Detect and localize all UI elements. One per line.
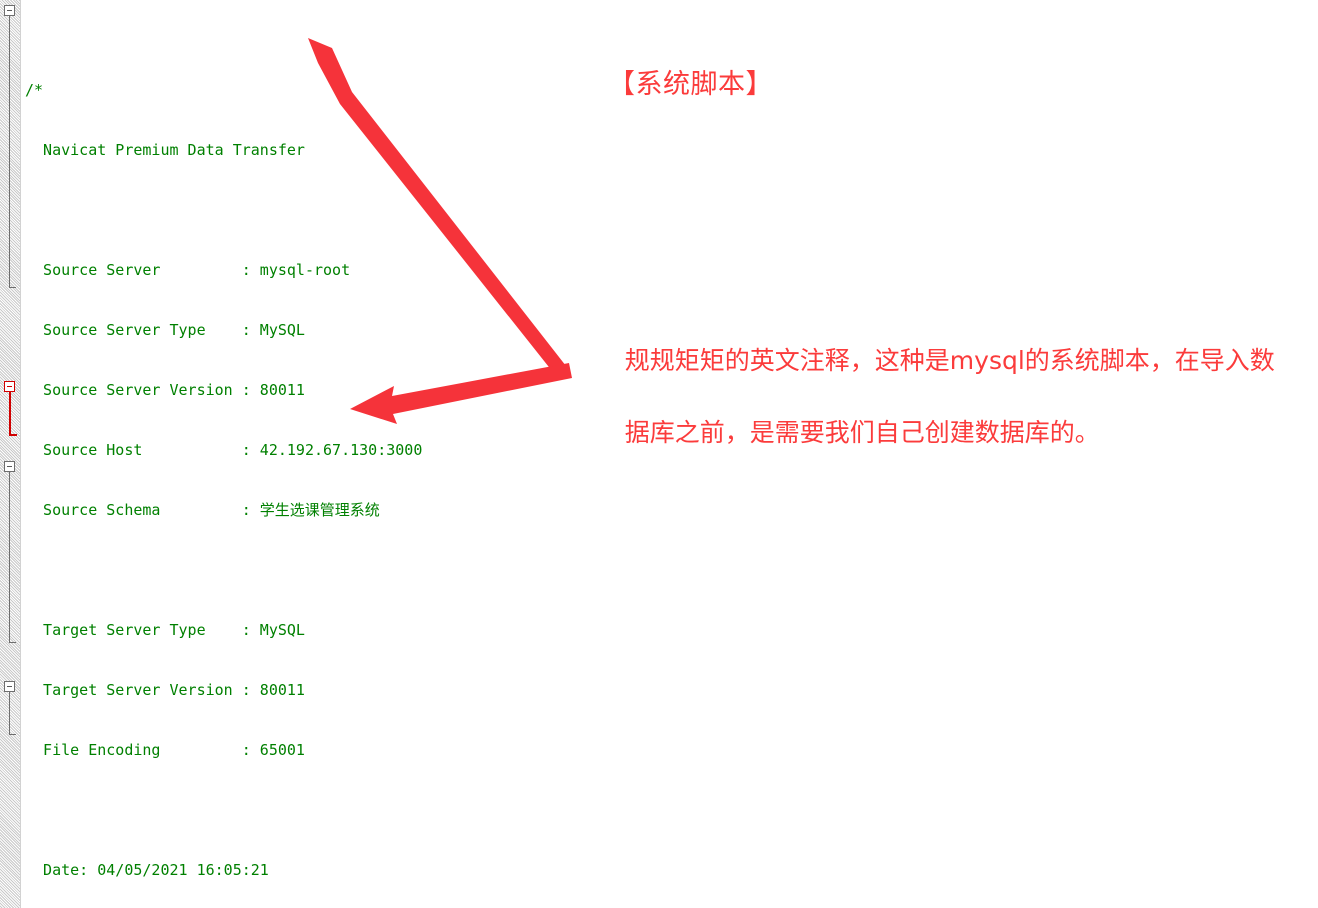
source-schema: Source Schema : 学生选课管理系统 (25, 501, 380, 519)
code-line-title: Navicat Premium Data Transfer (21, 140, 1318, 160)
code-line-target-server-type: Target Server Type : MySQL (21, 620, 1318, 640)
export-date: Date: 04/05/2021 16:05:21 (25, 861, 269, 879)
comment-title: Navicat Premium Data Transfer (25, 141, 305, 159)
comment-open: /* (25, 81, 44, 99)
code-line-blank1 (21, 200, 1318, 220)
sql-editor[interactable]: /* Navicat Premium Data Transfer Source … (0, 0, 1318, 908)
source-server-type: Source Server Type : MySQL (25, 321, 305, 339)
fold-line-create (9, 472, 10, 642)
annotation-system-script: 【系统脚本】 (608, 69, 773, 100)
editor-gutter[interactable] (0, 0, 21, 908)
code-line-source-schema: Source Schema : 学生选课管理系统 (21, 500, 1318, 520)
annotation-comment-note-line1: 规规矩矩的英文注释，这种是mysql的系统脚本，在导入数 (624, 346, 1275, 375)
code-line-source-server: Source Server : mysql-root (21, 260, 1318, 280)
fold-marker-create[interactable] (4, 461, 15, 472)
fold-marker-header[interactable] (4, 5, 15, 16)
target-server-type: Target Server Type : MySQL (25, 621, 305, 639)
source-server: Source Server : mysql-root (25, 261, 351, 279)
source-server-version: Source Server Version : 80011 (25, 381, 305, 399)
fold-line-records (9, 692, 10, 734)
code-line-file-encoding: File Encoding : 65001 (21, 740, 1318, 760)
fold-line-table-block (9, 392, 11, 434)
annotation-comment-note-line2: 据库之前，是需要我们自己创建数据库的。 (624, 418, 1100, 447)
fold-marker-records[interactable] (4, 681, 15, 692)
code-line-target-server-version: Target Server Version : 80011 (21, 680, 1318, 700)
fold-foot-table-block (9, 434, 17, 436)
fold-marker-table-block[interactable] (4, 381, 15, 392)
fold-line-header (9, 16, 10, 287)
code-line-blank2 (21, 560, 1318, 580)
code-line-blank3 (21, 800, 1318, 820)
file-encoding: File Encoding : 65001 (25, 741, 305, 759)
fold-foot-records (9, 734, 16, 735)
code-line-date: Date: 04/05/2021 16:05:21 (21, 860, 1318, 880)
target-server-version: Target Server Version : 80011 (25, 681, 305, 699)
annotation-comment-note: 规规矩矩的英文注释，这种是mysql的系统脚本，在导入数 据库之前，是需要我们自… (593, 307, 1275, 487)
fold-foot-header (9, 287, 16, 288)
source-host: Source Host : 42.192.67.130:3000 (25, 441, 423, 459)
fold-foot-create (9, 642, 16, 643)
